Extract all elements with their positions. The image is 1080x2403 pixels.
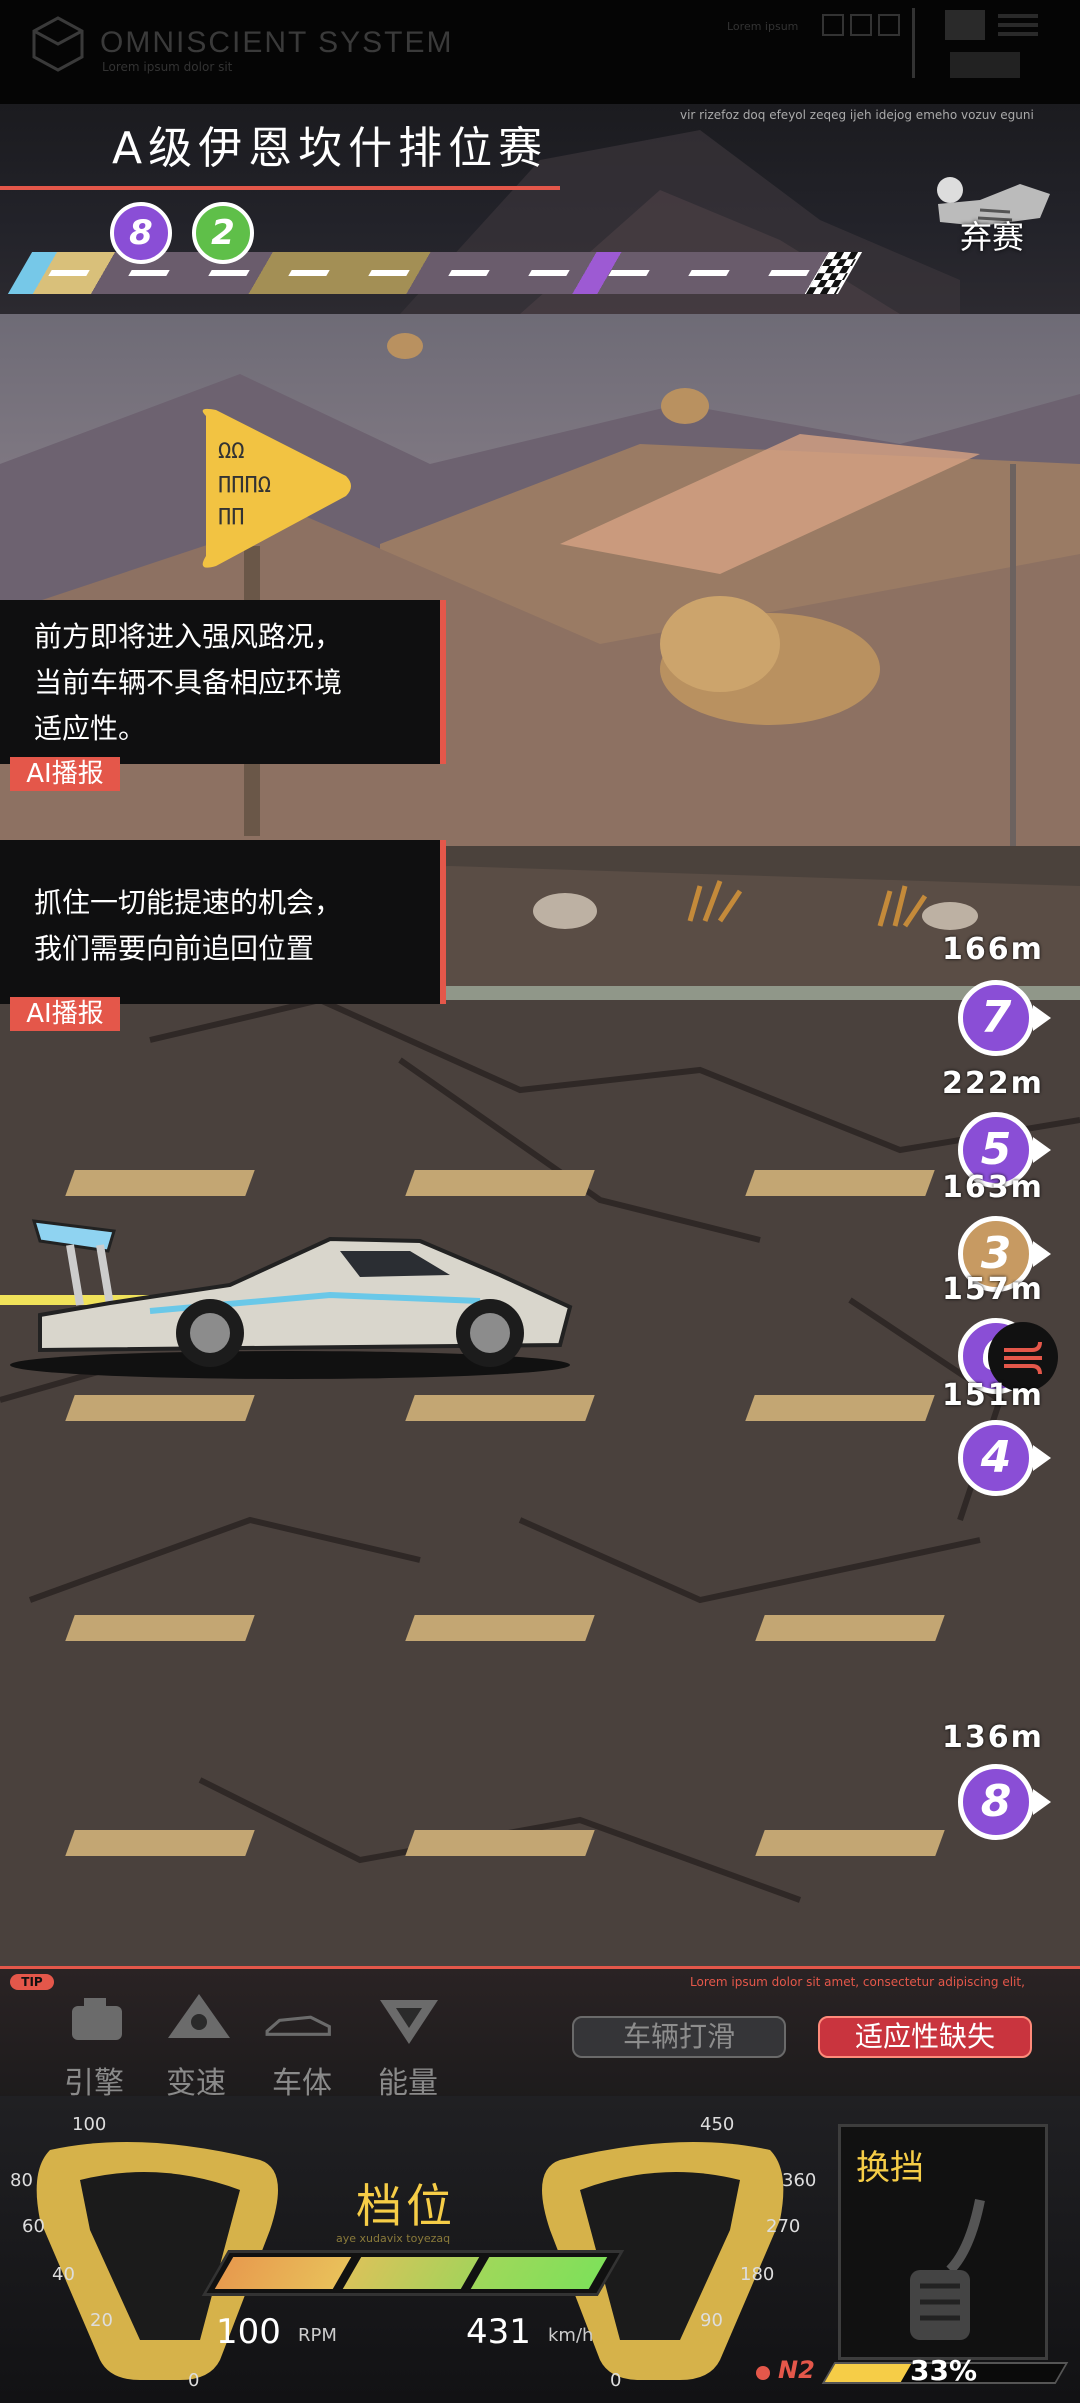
lane-marking <box>745 1395 935 1421</box>
speed-tick: 360 <box>782 2170 817 2191</box>
lane-marking <box>405 1170 595 1196</box>
gear-segment <box>470 2257 608 2289</box>
nitro-label: N2 <box>778 2356 815 2384</box>
gearbox-icon[interactable] <box>164 1992 234 2042</box>
track-pin-rank: 2 <box>192 202 254 264</box>
lane-marking <box>65 1830 255 1856</box>
lane-marking <box>755 1615 945 1641</box>
ai-report-badge: AI播报 <box>10 757 120 791</box>
brand-subtitle: Lorem ipsum dolor sit <box>102 60 233 74</box>
racer-distance: 166m <box>942 932 1044 967</box>
speed-tick: 270 <box>766 2216 801 2237</box>
lane-marking <box>405 1395 595 1421</box>
speed-tick: 0 <box>610 2370 622 2391</box>
racer-distance: 163m <box>942 1170 1044 1205</box>
racer-distance: 222m <box>942 1066 1044 1101</box>
status-chart-icon <box>945 10 985 40</box>
speed-tick: 450 <box>700 2114 735 2135</box>
ai-report-box: 抓住一切能提速的机会， 我们需要向前追回位置 <box>0 840 446 1004</box>
racer-rank-marker[interactable]: 8 <box>958 1764 1051 1840</box>
nitro-indicator-dot <box>756 2366 770 2380</box>
desert-dunes-art <box>0 333 1080 854</box>
track-pin-rank: 8 <box>110 202 172 264</box>
speed-value: 431 <box>466 2312 531 2352</box>
rpm-unit: RPM <box>298 2325 337 2346</box>
rpm-tick: 100 <box>72 2114 107 2135</box>
player-race-car <box>0 1219 573 1379</box>
gear-segment <box>214 2257 352 2289</box>
racer-distance: 136m <box>942 1720 1044 1755</box>
quit-race-button[interactable]: 弃赛 <box>960 212 1024 258</box>
rpm-tick: 40 <box>52 2264 75 2285</box>
status-block <box>950 52 1020 78</box>
rpm-tick: 60 <box>22 2216 45 2237</box>
gear-pedal-icon[interactable] <box>890 2190 1000 2340</box>
lane-marking <box>405 1830 595 1856</box>
gear-segment <box>342 2257 480 2289</box>
lane-marking <box>65 1615 255 1641</box>
window-box-icon <box>878 14 900 36</box>
adaptability-missing-status[interactable]: 适应性缺失 <box>818 2016 1032 2058</box>
divider <box>912 8 915 78</box>
lane-marking <box>755 1830 945 1856</box>
lane-marking <box>745 1170 935 1196</box>
gear-subtitle: aye xudavix toyezaq <box>336 2232 451 2245</box>
racer-rank-marker[interactable]: 4 <box>958 1420 1051 1496</box>
road-cracks-art <box>0 1000 1080 1903</box>
svg-text:ΠΠΠΩ: ΠΠΠΩ <box>218 473 271 498</box>
tip-lorem-text: Lorem ipsum dolor sit amet, consectetur … <box>690 1975 1025 1989</box>
speed-tick: 90 <box>700 2310 723 2331</box>
rpm-value: 100 <box>216 2312 281 2352</box>
engine-icon[interactable] <box>64 1996 134 2046</box>
ai-report-badge: AI播报 <box>10 997 120 1031</box>
window-cross-icon <box>850 14 872 36</box>
title-underline <box>0 186 560 190</box>
lane-marking <box>65 1170 255 1196</box>
lane-marking <box>65 1395 255 1421</box>
energy-icon[interactable] <box>374 1996 444 2046</box>
tip-badge: TIP <box>10 1974 54 1990</box>
header-lorem-text: vir rizefoz doq efeyol zeqeg ijeh idejog… <box>680 108 1034 122</box>
racer-distance: 151m <box>942 1378 1044 1413</box>
rpm-tick: 0 <box>188 2370 200 2391</box>
rpm-tick: 20 <box>90 2310 113 2331</box>
nitro-bar-fill <box>824 2364 912 2382</box>
race-title: A级伊恩坎什排位赛 <box>112 123 549 174</box>
ai-report-text: 抓住一切能提速的机会， 我们需要向前追回位置 <box>34 886 343 965</box>
top-lorem-text: Lorem ipsum <box>727 20 799 33</box>
nitro-percent: 33% <box>910 2354 978 2387</box>
car-body-icon[interactable] <box>264 2000 334 2050</box>
rpm-tick: 80 <box>10 2170 33 2191</box>
status-lines-icon <box>998 14 1038 36</box>
ai-report-text: 前方即将进入强风路况， 当前车辆不具备相应环境 适应性。 <box>34 620 343 745</box>
vehicle-skid-status[interactable]: 车辆打滑 <box>572 2016 786 2058</box>
logo-icon <box>32 16 84 72</box>
window-square-icon <box>822 14 844 36</box>
racer-distance: 157m <box>942 1272 1044 1307</box>
ai-report-box: 前方即将进入强风路况， 当前车辆不具备相应环境 适应性。 <box>0 600 446 764</box>
gear-level-bar <box>201 2250 625 2296</box>
gear-label: 档位 <box>356 2179 456 2233</box>
speed-tick: 180 <box>740 2264 775 2285</box>
shift-label: 换挡 <box>856 2148 924 2188</box>
brand-name: OMNISCIENT SYSTEM <box>100 26 454 59</box>
speed-unit: km/h <box>548 2325 594 2346</box>
lane-marking <box>405 1615 595 1641</box>
svg-text:ΩΩ: ΩΩ <box>218 439 245 464</box>
racer-rank-marker[interactable]: 7 <box>958 980 1051 1056</box>
svg-text:ΠΠ: ΠΠ <box>218 505 245 530</box>
